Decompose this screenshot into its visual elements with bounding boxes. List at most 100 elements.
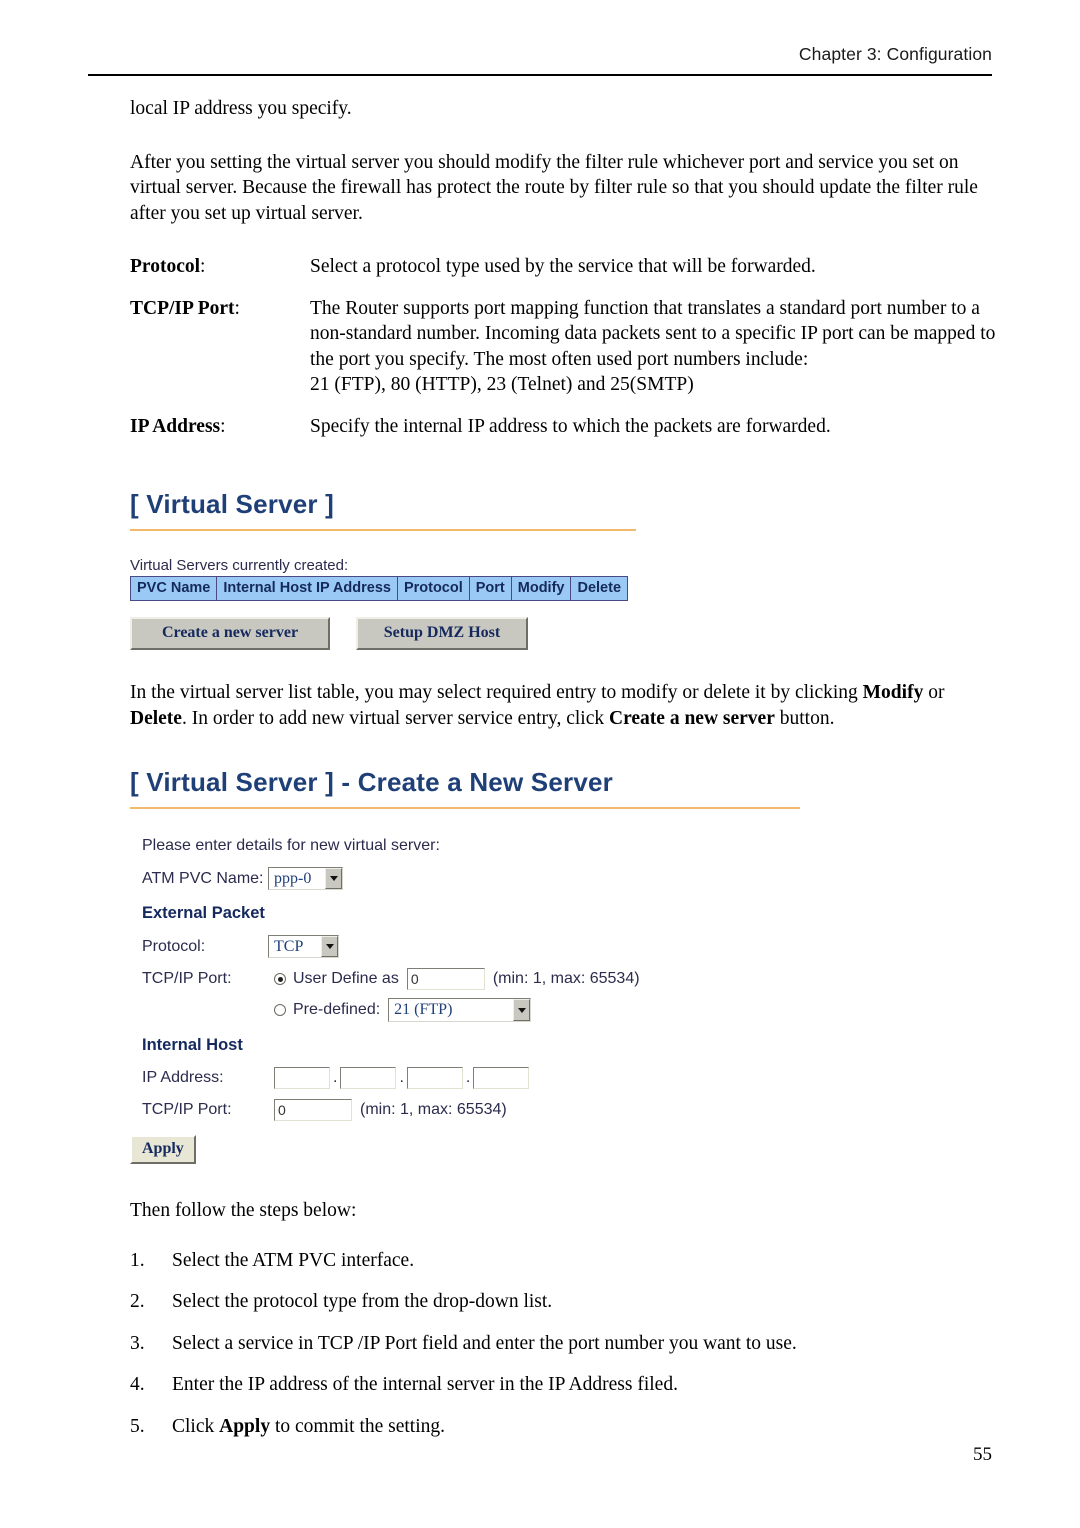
- para-part4: button.: [774, 707, 835, 729]
- definition-term: IP Address:: [130, 414, 310, 440]
- ip-octet-3-input[interactable]: [406, 1067, 463, 1089]
- document-content: local IP address you specify. After you …: [129, 96, 996, 1455]
- internal-host-heading: Internal Host: [142, 1036, 243, 1054]
- table-header-port: Port: [468, 576, 512, 601]
- definition-term-text: IP Address: [130, 415, 221, 437]
- form-row-internal-tcpip-port: TCP/IP Port: 0 (min: 1, max: 65534): [142, 1099, 996, 1121]
- chevron-down-icon[interactable]: [325, 868, 342, 889]
- step-item: 1. Select the ATM PVC interface.: [130, 1248, 996, 1274]
- table-header-internal-host-ip: Internal Host IP Address: [216, 576, 398, 601]
- protocol-value: TCP: [269, 936, 321, 957]
- protocol-label: Protocol:: [142, 937, 206, 955]
- user-define-port-input[interactable]: 0: [406, 968, 485, 990]
- chevron-down-glyph: [325, 944, 334, 949]
- form-row-tcpip-port-user-define: TCP/IP Port: User Define as 0 (min: 1, m…: [142, 968, 996, 990]
- internal-tcpip-port-input[interactable]: 0: [274, 1099, 352, 1121]
- virtual-server-button-row: Create a new server Setup DMZ Host: [130, 617, 996, 650]
- step-number: 5.: [130, 1415, 145, 1437]
- step-text: Select the protocol type from the drop-d…: [172, 1291, 553, 1312]
- definition-term-colon: :: [200, 256, 206, 277]
- chevron-down-icon[interactable]: [321, 936, 338, 957]
- create-server-form-screenshot: Please enter details for new virtual ser…: [130, 837, 996, 1164]
- ip-octet-4-input[interactable]: [473, 1067, 530, 1089]
- ip-octet-1-input[interactable]: [274, 1067, 330, 1089]
- step-text: Select a service in TCP /IP Port field a…: [172, 1332, 797, 1354]
- definition-description-text: The Router supports port mapping functio…: [310, 297, 996, 370]
- step-text: Select the ATM PVC interface.: [172, 1249, 415, 1271]
- step-text-before: Click: [172, 1415, 220, 1437]
- table-header-delete: Delete: [570, 576, 629, 601]
- step-bold-apply: Apply: [219, 1415, 271, 1437]
- step-item: 3. Select a service in TCP /IP Port fiel…: [130, 1331, 996, 1357]
- definition-term: Protocol:: [130, 254, 310, 280]
- form-row-ip-address: IP Address: . . .: [142, 1067, 996, 1089]
- virtual-server-screenshot: Virtual Servers currently created: PVC N…: [129, 557, 996, 650]
- ip-octet-2-input[interactable]: [340, 1067, 397, 1089]
- step-number: 2.: [130, 1291, 145, 1312]
- chevron-down-icon[interactable]: [513, 999, 531, 1021]
- para-bold-modify: Modify: [862, 682, 924, 703]
- page-number: 55: [973, 1444, 992, 1465]
- section-heading-rule: [130, 529, 636, 531]
- step-number: 3.: [130, 1332, 145, 1354]
- radio-user-define[interactable]: [274, 973, 286, 985]
- para-bold-delete: Delete: [130, 707, 182, 729]
- header-divider: [88, 74, 992, 76]
- definition-term-text: Protocol: [130, 256, 201, 277]
- ip-address-label: IP Address:: [142, 1069, 224, 1086]
- table-header-modify: Modify: [510, 576, 572, 601]
- apply-button[interactable]: Apply: [130, 1135, 196, 1164]
- step-text: Click Apply to commit the setting.: [172, 1414, 996, 1440]
- para-bold-create: Create a new server: [609, 707, 775, 729]
- definition-term: TCP/IP Port:: [130, 296, 310, 322]
- definition-description: Specify the internal IP address to which…: [310, 415, 831, 437]
- virtual-servers-caption: Virtual Servers currently created:: [130, 557, 349, 574]
- step-number: 4.: [130, 1374, 145, 1395]
- protocol-select[interactable]: TCP: [268, 935, 339, 958]
- paragraph-after-table: In the virtual server list table, you ma…: [130, 680, 996, 731]
- radio-pre-defined[interactable]: [274, 1004, 286, 1016]
- form-row-protocol: Protocol: TCP: [142, 935, 996, 958]
- create-a-new-server-button[interactable]: Create a new server: [130, 617, 330, 650]
- definition-description: The Router supports port mapping functio…: [310, 296, 996, 398]
- user-define-port-hint: (min: 1, max: 65534): [492, 970, 640, 987]
- external-packet-heading: External Packet: [142, 904, 265, 922]
- atm-pvc-name-label: ATM PVC Name:: [142, 869, 264, 887]
- step-text: Enter the IP address of the internal ser…: [172, 1374, 678, 1395]
- atm-pvc-name-select[interactable]: ppp-0: [268, 867, 343, 890]
- atm-pvc-name-value: ppp-0: [269, 868, 325, 889]
- definition-term-colon: :: [220, 415, 226, 437]
- apply-button-row: Apply: [130, 1131, 996, 1164]
- section-heading-create-new-server: [ Virtual Server ] - Create a New Server: [130, 767, 613, 797]
- form-lead-text: Please enter details for new virtual ser…: [142, 837, 440, 854]
- chevron-down-glyph: [517, 1007, 526, 1013]
- virtual-servers-table: PVC Name Internal Host IP Address Protoc…: [129, 576, 629, 601]
- pre-defined-select[interactable]: 21 (FTP): [388, 998, 532, 1022]
- step-item: 2. Select the protocol type from the dro…: [130, 1289, 996, 1315]
- step-item: 5. Click Apply to commit the setting.: [130, 1414, 996, 1440]
- definition-ip-address: IP Address: Specify the internal IP addr…: [130, 414, 996, 440]
- table-header-pvc-name: PVC Name: [129, 576, 218, 601]
- definition-tcpip-port: TCP/IP Port: The Router supports port ma…: [130, 296, 996, 398]
- setup-dmz-host-button[interactable]: Setup DMZ Host: [356, 617, 528, 650]
- definition-protocol: Protocol: Select a protocol type used by…: [130, 254, 996, 280]
- intro-line: local IP address you specify.: [130, 98, 352, 119]
- ip-separator: .: [333, 1069, 338, 1086]
- intro-paragraph: After you setting the virtual server you…: [130, 151, 978, 224]
- step-text-after: to commit the setting.: [270, 1415, 446, 1437]
- chapter-title: Chapter 3: Configuration: [798, 44, 992, 64]
- table-header-protocol: Protocol: [396, 576, 470, 601]
- form-row-atm-pvc-name: ATM PVC Name: ppp-0: [142, 867, 996, 890]
- table-header-row: PVC Name Internal Host IP Address Protoc…: [129, 576, 629, 601]
- definition-description: Select a protocol type used by the servi…: [310, 256, 816, 277]
- section-virtual-server: [ Virtual Server ]: [130, 489, 996, 531]
- user-define-label: User Define as: [293, 970, 399, 987]
- section-heading-rule: [130, 807, 800, 809]
- definition-term-colon: :: [234, 297, 240, 319]
- form-row-tcpip-port-predefined: Pre-defined: 21 (FTP): [142, 998, 996, 1022]
- ip-separator: .: [465, 1069, 471, 1086]
- definition-description-ports: 21 (FTP), 80 (HTTP), 23 (Telnet) and 25(…: [310, 374, 694, 395]
- ip-separator: .: [399, 1069, 404, 1086]
- para-part1: In the virtual server list table, you ma…: [130, 682, 863, 703]
- pre-defined-label: Pre-defined:: [293, 1001, 381, 1018]
